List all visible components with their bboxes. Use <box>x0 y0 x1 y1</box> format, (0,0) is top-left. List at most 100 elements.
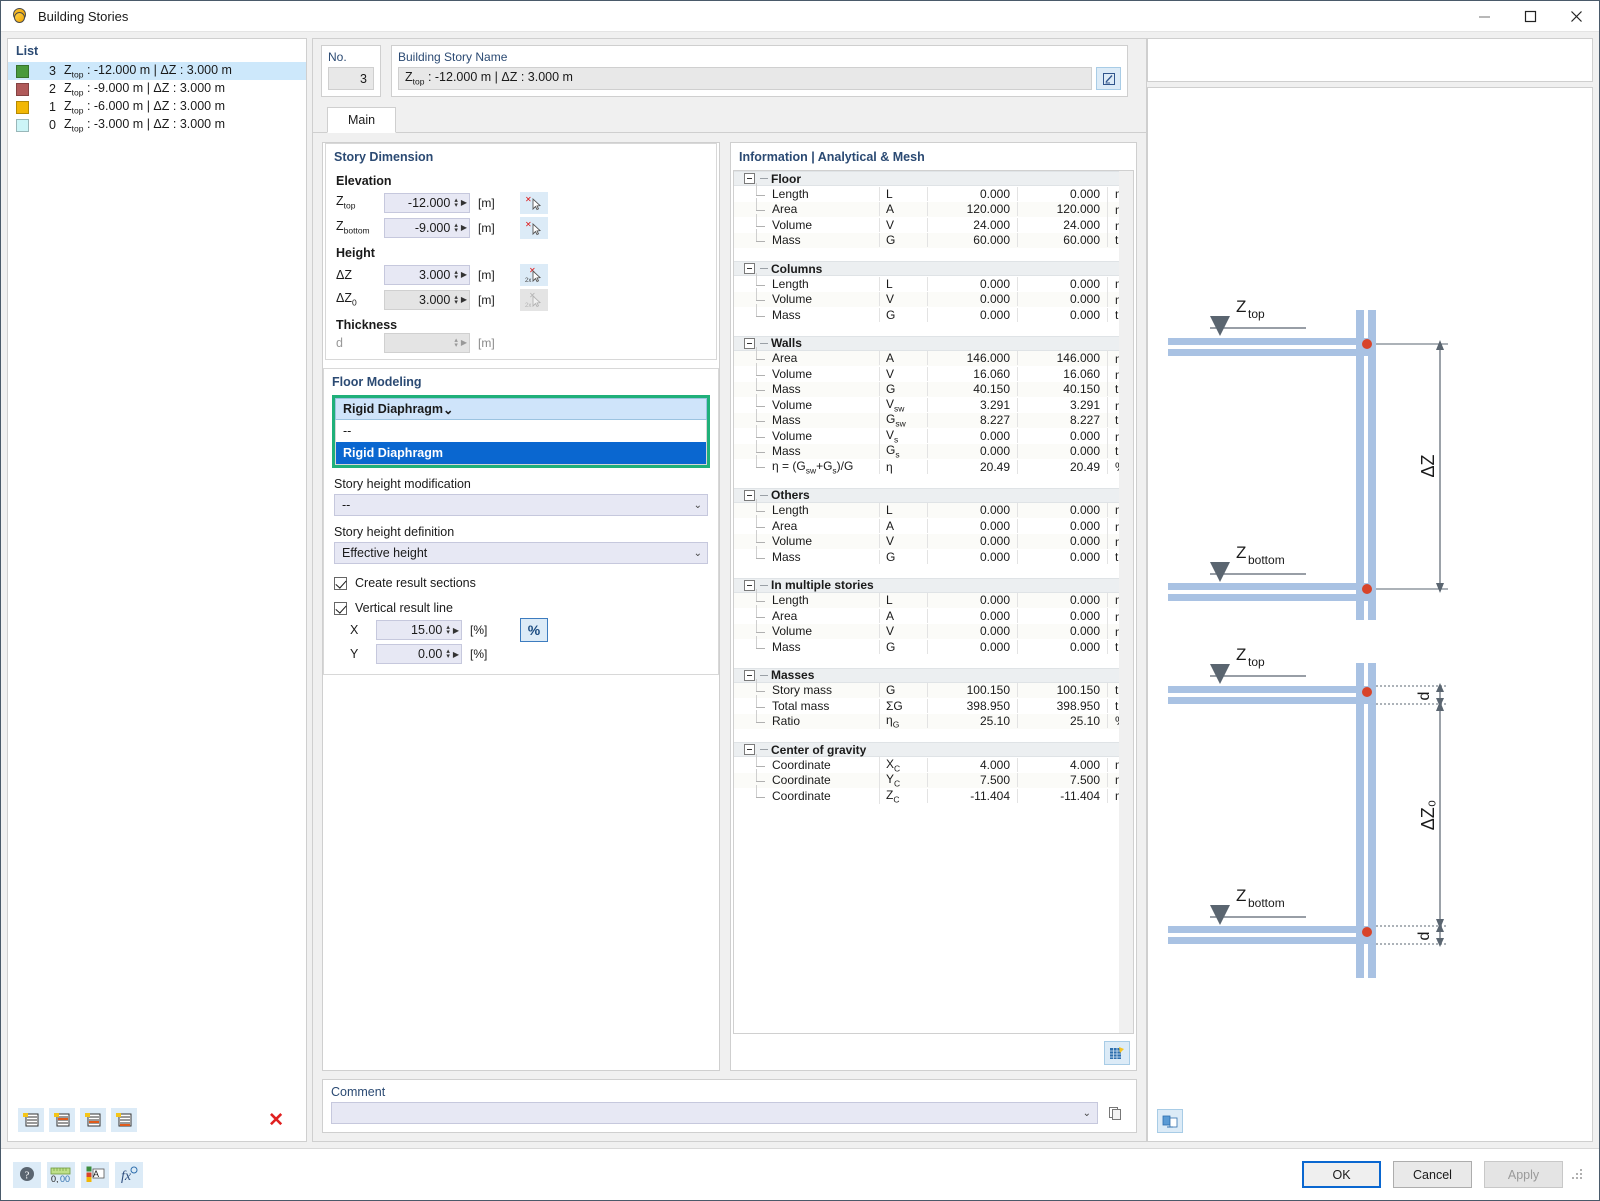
tree-row[interactable]: CoordinateZC-11.404-11.404m <box>734 784 1119 804</box>
vertical-result-line-row[interactable]: Vertical result line <box>324 594 718 615</box>
tree-row[interactable]: Total mass ΣG 398.950 398.950 t <box>734 694 1119 714</box>
create-result-sections-row[interactable]: Create result sections <box>324 569 718 590</box>
tree-row[interactable]: Story mass G 100.150 100.150 t <box>734 679 1119 698</box>
list-item[interactable]: 2 Ztop : -9.000 m | ΔZ : 3.000 m <box>8 80 306 98</box>
vrl-y-input[interactable]: 0.00 ▴ ▾ ▶ <box>376 644 462 664</box>
ok-button[interactable]: OK <box>1302 1161 1381 1188</box>
tree-group-header[interactable]: Columns <box>734 261 1119 276</box>
tree-row-unit: t <box>1107 413 1119 428</box>
new-story-above-button[interactable] <box>49 1108 75 1132</box>
tree-group-header[interactable]: Center of gravity <box>734 742 1119 757</box>
collapse-icon[interactable] <box>744 744 755 755</box>
pick-point-icon[interactable]: ✕ <box>520 216 548 239</box>
table-export-icon[interactable] <box>1104 1041 1130 1065</box>
copy-icon[interactable] <box>1103 1102 1128 1124</box>
z-top-input[interactable]: -12.000 ▴ ▾ ▶ <box>384 192 470 213</box>
minimize-button[interactable] <box>1461 1 1507 32</box>
tree-row[interactable]: VolumeV16.06016.060m3 <box>734 362 1119 382</box>
formula-icon[interactable]: fx <box>115 1161 143 1188</box>
swap-view-icon[interactable] <box>1157 1109 1183 1133</box>
resize-grip[interactable] <box>1571 1168 1585 1182</box>
tree-row[interactable]: VolumeV0.0000.000m3 <box>734 620 1119 640</box>
delta-z0-row: ΔZ0 3.000 ▴ ▾ ▶ [m] ✕ 2x <box>326 287 716 312</box>
tree-group-header[interactable]: Walls <box>734 335 1119 351</box>
vertical-result-line-checkbox[interactable] <box>334 601 347 615</box>
new-story-bottom-button[interactable] <box>111 1108 137 1132</box>
collapse-icon[interactable] <box>744 579 755 591</box>
maximize-button[interactable] <box>1507 1 1553 32</box>
tree-row[interactable]: Mass G 0.000 0.000 t <box>734 303 1119 323</box>
tree-row[interactable]: Mass G 40.150 40.150 t <box>734 378 1119 397</box>
delete-story-button[interactable]: ✕ <box>268 1111 298 1130</box>
collapse-icon[interactable] <box>744 173 755 184</box>
delta-z-input[interactable]: 3.000 ▴ ▾ ▶ <box>384 264 470 285</box>
tree-row[interactable]: RatioηG25.1025.10% <box>734 710 1119 730</box>
diaphragm-dropdown[interactable]: Rigid Diaphragm ⌄ -- Rigid Diaphragm <box>332 395 710 468</box>
tree-row-symbol: G <box>879 382 927 397</box>
story-height-modification-select[interactable]: -- ⌄ <box>334 494 708 516</box>
help-icon[interactable]: ? <box>13 1161 41 1188</box>
tree-row[interactable]: LengthL0.0000.000m <box>734 182 1119 202</box>
tree-row[interactable]: CoordinateXC4.0004.000m <box>734 753 1119 773</box>
tree-row[interactable]: CoordinateYC7.5007.500m <box>734 769 1119 789</box>
display-properties-icon[interactable]: A <box>81 1161 109 1188</box>
tree-group-header[interactable]: In multiple stories <box>734 577 1119 593</box>
diaphragm-option[interactable]: Rigid Diaphragm <box>336 442 706 464</box>
tree-row[interactable]: AreaA120.000120.000m2 <box>734 198 1119 218</box>
story-number-value: 3 <box>328 67 374 90</box>
tree-group-header[interactable]: Others <box>734 487 1119 503</box>
collapse-icon[interactable] <box>744 669 755 681</box>
tree-row[interactable]: Mass G 0.000 0.000 t <box>734 545 1119 565</box>
tree-row[interactable]: VolumeV24.00024.000m3 <box>734 213 1119 233</box>
tree-row[interactable]: LengthL0.0000.000m <box>734 589 1119 608</box>
apply-button[interactable]: Apply <box>1484 1161 1563 1188</box>
tree-row[interactable]: η = (Gsw+Gs)/Gη20.4920.49% <box>734 454 1119 475</box>
collapse-icon[interactable] <box>744 263 755 274</box>
tree-group-header[interactable]: Masses <box>734 667 1119 683</box>
tree-row[interactable]: VolumeVsw3.2913.291m3 <box>734 393 1119 413</box>
story-settings-pane: Story Dimension Elevation Ztop -12.000 ▴… <box>322 142 720 1071</box>
pick-point-icon[interactable]: ✕ <box>520 191 548 214</box>
diaphragm-option[interactable]: -- <box>336 420 706 442</box>
tree-row[interactable]: LengthL0.0000.000m <box>734 499 1119 518</box>
story-height-definition-select[interactable]: Effective height ⌄ <box>334 542 708 564</box>
create-result-sections-checkbox[interactable] <box>334 576 347 590</box>
tree-row[interactable]: Mass Gs 0.000 0.000 t <box>734 440 1119 460</box>
tree-row[interactable]: LengthL0.0000.000m <box>734 272 1119 292</box>
tree-row[interactable]: AreaA0.0000.000m2 <box>734 514 1119 534</box>
information-tree[interactable]: FloorLengthL0.0000.000mAreaA120.000120.0… <box>733 170 1119 1034</box>
vrl-x-input[interactable]: 15.00 ▴ ▾ ▶ <box>376 620 462 640</box>
units-icon[interactable]: 0, 00 <box>47 1161 75 1188</box>
list-item[interactable]: 0 Ztop : -3.000 m | ΔZ : 3.000 m <box>8 116 306 134</box>
pick-2points-icon[interactable]: ✕ 2x <box>520 263 548 286</box>
rename-icon[interactable] <box>1096 67 1121 90</box>
new-story-below-button[interactable] <box>80 1108 106 1132</box>
tree-row-value-analytical: 0.000 <box>927 608 1017 623</box>
comment-input[interactable]: ⌄ <box>331 1102 1098 1124</box>
tree-row[interactable]: VolumeV0.0000.000m3 <box>734 530 1119 550</box>
tree-row[interactable]: AreaA0.0000.000m2 <box>734 604 1119 624</box>
tree-row[interactable]: VolumeV0.0000.000m3 <box>734 288 1119 308</box>
list-item[interactable]: 1 Ztop : -6.000 m | ΔZ : 3.000 m <box>8 98 306 116</box>
tree-row[interactable]: VolumeVs0.0000.000m3 <box>734 424 1119 444</box>
story-name-input[interactable]: Ztop : -12.000 m | ΔZ : 3.000 m <box>398 67 1092 90</box>
tree-row[interactable]: AreaA146.000146.000m2 <box>734 347 1119 367</box>
tree-row[interactable]: Mass G 0.000 0.000 t <box>734 635 1119 655</box>
cancel-button[interactable]: Cancel <box>1393 1161 1472 1188</box>
information-scrollbar[interactable] <box>1119 170 1134 1034</box>
close-button[interactable] <box>1553 1 1599 32</box>
tab-main[interactable]: Main <box>327 107 397 133</box>
z-bottom-input[interactable]: -9.000 ▴ ▾ ▶ <box>384 217 470 238</box>
story-list-box: List 3 Ztop : -12.000 m | ΔZ : 3.000 m 2… <box>7 38 307 1142</box>
new-story-top-button[interactable] <box>18 1108 44 1132</box>
list-item[interactable]: 3 Ztop : -12.000 m | ΔZ : 3.000 m <box>8 62 306 80</box>
collapse-icon[interactable] <box>744 337 755 349</box>
percent-toggle-button[interactable]: % <box>520 618 548 642</box>
tree-group-header[interactable]: Floor <box>734 171 1119 186</box>
collapse-icon[interactable] <box>744 489 755 501</box>
tree-row[interactable]: Mass G 60.000 60.000 t <box>734 229 1119 248</box>
tree-row[interactable]: Mass Gsw 8.227 8.227 t <box>734 409 1119 429</box>
title-bar: Building Stories <box>1 1 1599 32</box>
diaphragm-selected-value[interactable]: Rigid Diaphragm ⌄ <box>335 398 707 420</box>
list-item-number: 2 <box>49 82 56 96</box>
